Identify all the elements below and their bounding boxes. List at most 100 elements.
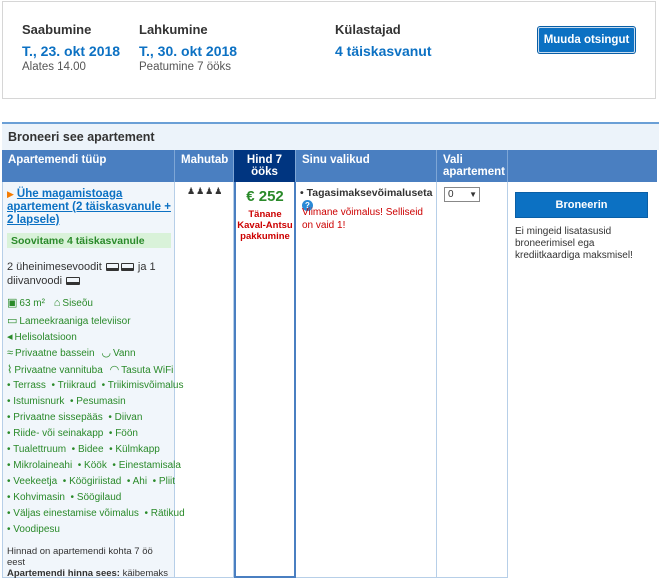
stay-length: Peatumine 7 ööks xyxy=(139,61,232,73)
tv-icon: ▭ xyxy=(7,315,18,327)
person-icon: ♟♟♟♟ xyxy=(187,186,224,196)
price-note-b: Apartemendi hinna sees: käibemaks 5% xyxy=(7,568,172,578)
feature: Riide- või seinakapp xyxy=(13,428,104,439)
checkin-block: Saabumine T., 23. okt 2018 Alates 14.00 xyxy=(22,22,120,73)
header-select: Vali apartement xyxy=(437,150,508,182)
feature-row: • Istumisnurk • Pesumasin xyxy=(7,396,126,407)
area-icon: ▣ xyxy=(7,297,18,309)
price-value: € 252 xyxy=(246,188,284,205)
header-choices: Sinu valikud xyxy=(296,150,437,182)
single-bed-icon xyxy=(120,263,134,272)
feature: Köögiriistad xyxy=(69,476,122,487)
feature: Kohvimasin xyxy=(13,492,65,503)
feature-row: ▣ 63 m² ⌂ Siseõu xyxy=(7,296,93,309)
wifi-icon: ◠ xyxy=(109,364,120,376)
feature-row: • Voodipesu xyxy=(7,524,60,535)
feature: Privaatne bassein xyxy=(15,348,95,359)
checkout-date: T., 30. okt 2018 xyxy=(139,43,238,59)
expand-arrow-icon: ▶ xyxy=(7,189,14,199)
feature: 63 m² xyxy=(19,298,45,309)
beds-text-a: 2 üheinimesevoodit xyxy=(7,261,102,273)
book-button[interactable]: Broneerin xyxy=(515,192,648,218)
price-note-b-label: Apartemendi hinna sees: xyxy=(7,568,120,578)
guests-block: Külastajad 4 täiskasvanut xyxy=(335,22,432,59)
feature-row: • Riide- või seinakapp • Föön xyxy=(7,428,138,439)
feature: Diivan xyxy=(114,412,143,423)
feature-row: ▭ Lameekraaniga televiisor xyxy=(7,314,131,327)
soundproof-icon: ◂ xyxy=(7,331,13,343)
checkout-label: Lahkumine xyxy=(139,22,208,37)
feature-row: ◂ Helisolatsioon xyxy=(7,330,77,343)
feature: Voodipesu xyxy=(13,524,60,535)
section-title: Broneeri see apartement xyxy=(2,122,659,150)
modify-search-button[interactable]: Muuda otsingut xyxy=(538,27,635,53)
sofa-bed-icon xyxy=(66,277,81,286)
feature: Veekeetja xyxy=(13,476,58,487)
feature-row: • Terrass • Triikraud • Triikimisvõimalu… xyxy=(7,380,184,391)
feature: Triikimisvõimalus xyxy=(107,380,184,391)
select-value: 0 xyxy=(448,189,454,200)
feature: Bidee xyxy=(77,444,104,455)
feature-row: • Kohvimasin • Söögilaud xyxy=(7,492,122,503)
feature-row: • Väljas einestamise võimalus • Rätikud xyxy=(7,508,185,519)
choice-label: Tagasimaksevõimaluseta xyxy=(306,187,433,199)
feature: Mikrolaineahi xyxy=(13,460,73,471)
availability-warning: Viimane võimalus! Selliseid on vaid 1! xyxy=(302,207,423,231)
guests-value: 4 täiskasvanut xyxy=(335,43,432,59)
select-cell: 0 ▼ xyxy=(437,182,508,578)
checkout-block: Lahkumine T., 30. okt 2018 Peatumine 7 ö… xyxy=(139,22,237,73)
room-name-link[interactable]: ▶ Ühe magamistoaga apartement (2 täiskasv… xyxy=(7,188,172,227)
feature: Einestamisala xyxy=(118,460,181,471)
feature: Terrass xyxy=(13,380,46,391)
feature: Pesumasin xyxy=(76,396,126,407)
choices-cell: • Tagasimaksevõimaluseta? Viimane võimal… xyxy=(296,182,437,578)
bathroom-icon: ⌇ xyxy=(7,364,13,376)
feature: Pliit xyxy=(158,476,176,487)
bath-icon: ◡ xyxy=(101,347,111,359)
feature: Väljas einestamise võimalus xyxy=(13,508,139,519)
feature-row: ⌇ Privaatne vannituba ◠ Tasuta WiFi xyxy=(7,363,173,376)
room-type-cell: ▶ Ühe magamistoaga apartement (2 täiskasv… xyxy=(2,182,185,578)
courtyard-icon: ⌂ xyxy=(53,297,61,309)
room-name: Ühe magamistoaga apartement (2 täiskasva… xyxy=(7,188,171,226)
feature: Istumisnurk xyxy=(13,396,65,407)
feature: Vann xyxy=(112,348,136,359)
chevron-down-icon: ▼ xyxy=(469,190,477,199)
book-cell: Broneerin Ei mingeid lisatasusid broneer… xyxy=(508,182,657,578)
feature: Triikraud xyxy=(57,380,97,391)
bed-info: 2 üheinimesevoodit ja 1 diivanvoodi xyxy=(7,260,167,288)
feature: Külmkapp xyxy=(115,444,160,455)
feature: Tualettruum xyxy=(13,444,67,455)
search-summary: Saabumine T., 23. okt 2018 Alates 14.00 … xyxy=(2,1,656,99)
feature: Siseõu xyxy=(62,298,93,309)
header-book xyxy=(508,150,657,182)
feature: Helisolatsioon xyxy=(14,332,77,343)
feature: Privaatne sissepääs xyxy=(13,412,103,423)
recommend-badge: Soovitame 4 täiskasvanule xyxy=(7,233,171,248)
checkin-date: T., 23. okt 2018 xyxy=(22,43,121,59)
book-note: Ei mingeid lisatasusid broneerimisel ega… xyxy=(515,226,633,261)
feature-row: • Privaatne sissepääs • Diivan xyxy=(7,412,143,423)
feature: Tasuta WiFi xyxy=(121,365,174,376)
feature: Privaatne vannituba xyxy=(14,365,103,376)
checkin-time: Alates 14.00 xyxy=(22,61,86,73)
apartment-count-select[interactable]: 0 ▼ xyxy=(444,187,480,202)
feature-row: • Mikrolaineahi • Köök • Einestamisala xyxy=(7,460,181,471)
pool-icon: ≈ xyxy=(7,347,14,359)
price-note: Hinnad on apartemendi kohta 7 öö eest Ap… xyxy=(7,546,172,578)
feature: Ahi xyxy=(132,476,148,487)
feature: Föön xyxy=(115,428,138,439)
deal-label: Tänane Kaval-Antsu pakkumine xyxy=(237,209,293,242)
single-bed-icon xyxy=(105,263,119,272)
checkin-label: Saabumine xyxy=(22,22,92,37)
feature: Lameekraaniga televiisor xyxy=(19,316,131,327)
feature-row: • Tualettruum • Bidee • Külmkapp xyxy=(7,444,160,455)
header-type: Apartemendi tüüp xyxy=(2,150,175,182)
guests-label: Külastajad xyxy=(335,22,401,37)
feature-row: ≈ Privaatne bassein ◡ Vann xyxy=(7,346,136,359)
header-capacity: Mahutab xyxy=(175,150,234,182)
header-price: Hind 7 ööks xyxy=(234,150,296,182)
price-cell: € 252 Tänane Kaval-Antsu pakkumine xyxy=(234,182,296,578)
feature: Köök xyxy=(84,460,107,471)
capacity-cell: ♟♟♟♟ xyxy=(175,182,234,578)
